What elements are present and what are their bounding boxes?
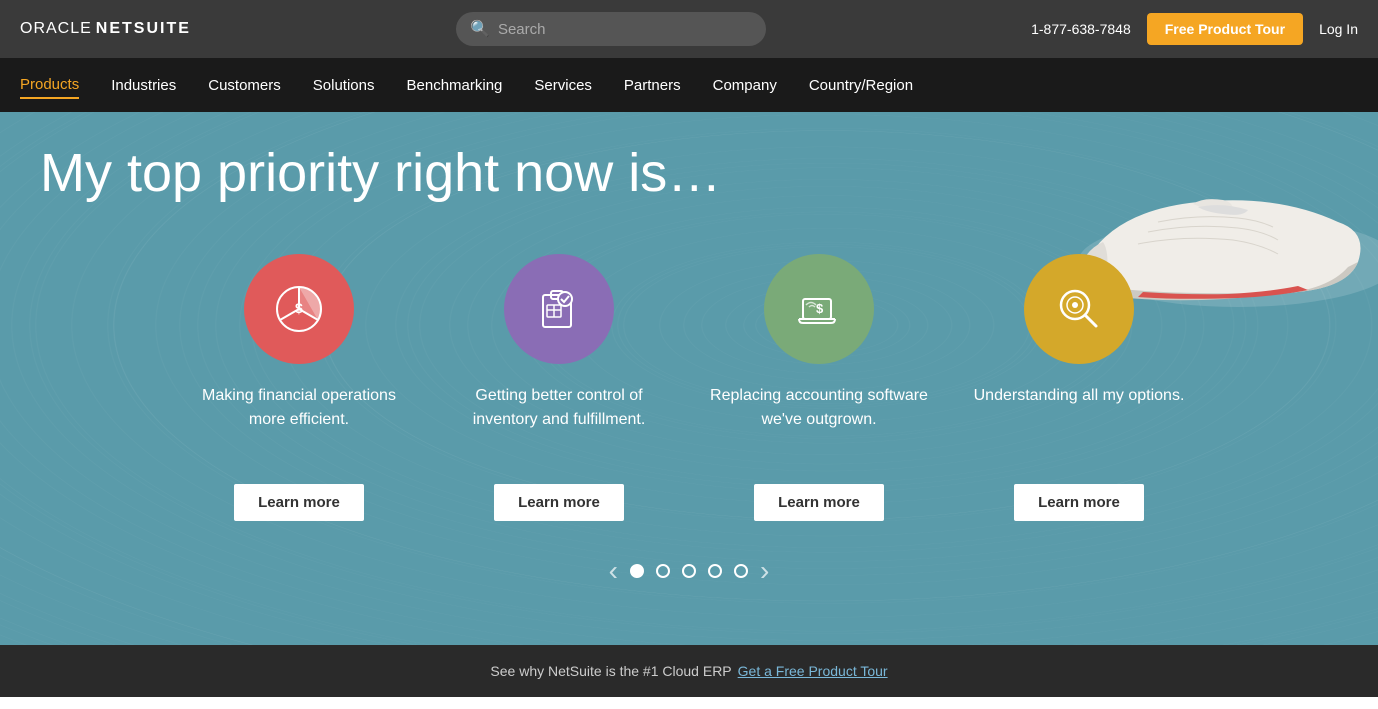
- carousel-dot-3[interactable]: [682, 564, 696, 578]
- nav-item-customers[interactable]: Customers: [208, 73, 281, 98]
- learn-more-accounting[interactable]: Learn more: [754, 484, 884, 521]
- search-input[interactable]: [498, 21, 752, 38]
- logo-netsuite: NETSUITE: [96, 20, 191, 38]
- hero-title: My top priority right now is…: [40, 142, 1338, 204]
- bottom-bar-link[interactable]: Get a Free Product Tour: [738, 663, 888, 679]
- card-icon-financial: $: [244, 254, 354, 364]
- card-icon-accounting: $: [764, 254, 874, 364]
- search-wrap: 🔍: [207, 12, 1015, 46]
- card-inventory: Getting better control of inventory and …: [449, 254, 669, 521]
- login-button[interactable]: Log In: [1319, 21, 1358, 37]
- search-icon: 🔍: [470, 19, 490, 39]
- card-text-inventory: Getting better control of inventory and …: [449, 384, 669, 464]
- top-bar: ORACLE NETSUITE 🔍 1-877-638-7848 Free Pr…: [0, 0, 1378, 58]
- nav-item-products[interactable]: Products: [20, 72, 79, 99]
- nav-bar: Products Industries Customers Solutions …: [0, 58, 1378, 112]
- bottom-bar-text: See why NetSuite is the #1 Cloud ERP: [490, 663, 731, 679]
- nav-item-company[interactable]: Company: [713, 73, 777, 98]
- bottom-bar: See why NetSuite is the #1 Cloud ERP Get…: [0, 645, 1378, 697]
- hero-section: My top priority right now is… $ Making f…: [0, 112, 1378, 645]
- card-accounting: $ Replacing accounting software we've ou…: [709, 254, 929, 521]
- carousel-prev-button[interactable]: ‹: [609, 557, 618, 585]
- free-product-tour-button[interactable]: Free Product Tour: [1147, 13, 1303, 45]
- card-icon-inventory: [504, 254, 614, 364]
- card-text-options: Understanding all my options.: [974, 384, 1185, 464]
- learn-more-financial[interactable]: Learn more: [234, 484, 364, 521]
- carousel-dot-2[interactable]: [656, 564, 670, 578]
- logo: ORACLE NETSUITE: [20, 20, 191, 38]
- nav-item-industries[interactable]: Industries: [111, 73, 176, 98]
- carousel-next-button[interactable]: ›: [760, 557, 769, 585]
- card-options: Understanding all my options. Learn more: [969, 254, 1189, 521]
- card-text-accounting: Replacing accounting software we've outg…: [709, 384, 929, 464]
- nav-item-country-region[interactable]: Country/Region: [809, 73, 913, 98]
- phone-number: 1-877-638-7848: [1031, 21, 1131, 37]
- learn-more-options[interactable]: Learn more: [1014, 484, 1144, 521]
- nav-item-solutions[interactable]: Solutions: [313, 73, 375, 98]
- nav-item-benchmarking[interactable]: Benchmarking: [407, 73, 503, 98]
- card-financial: $ Making financial operations more effic…: [189, 254, 409, 521]
- svg-text:$: $: [295, 300, 303, 316]
- carousel-dot-4[interactable]: [708, 564, 722, 578]
- cards-row: $ Making financial operations more effic…: [40, 254, 1338, 521]
- card-icon-options: [1024, 254, 1134, 364]
- nav-item-partners[interactable]: Partners: [624, 73, 681, 98]
- logo-oracle: ORACLE: [20, 20, 92, 38]
- learn-more-inventory[interactable]: Learn more: [494, 484, 624, 521]
- card-text-financial: Making financial operations more efficie…: [189, 384, 409, 464]
- carousel-dot-5[interactable]: [734, 564, 748, 578]
- nav-item-services[interactable]: Services: [534, 73, 592, 98]
- search-box: 🔍: [456, 12, 766, 46]
- svg-text:$: $: [816, 301, 824, 316]
- carousel-nav: ‹ ›: [40, 557, 1338, 585]
- carousel-dot-1[interactable]: [630, 564, 644, 578]
